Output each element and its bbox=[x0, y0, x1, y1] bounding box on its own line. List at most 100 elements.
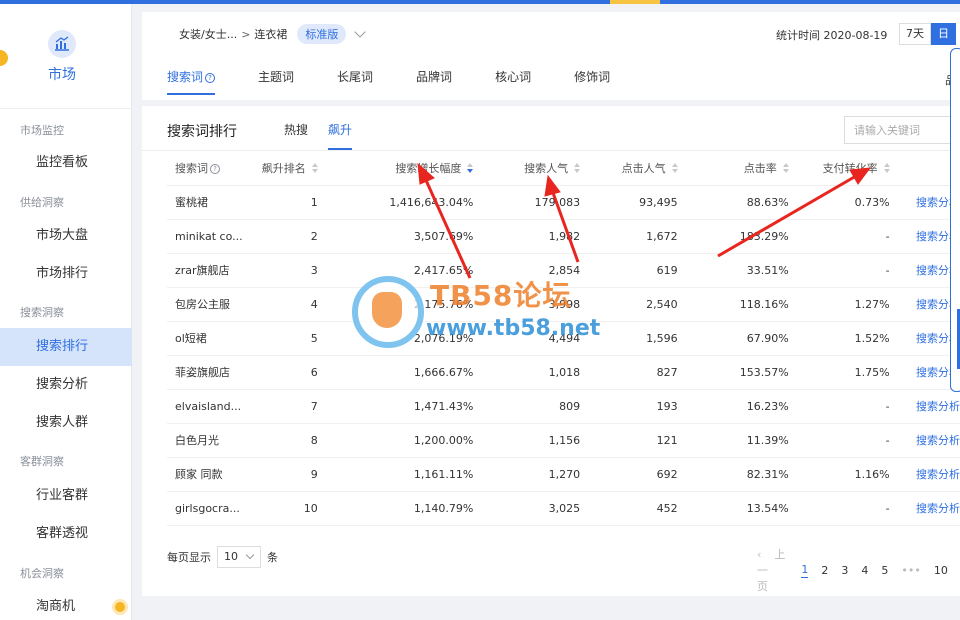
subtab-hot-search[interactable]: 热搜 bbox=[284, 121, 308, 150]
cell-click: 692 bbox=[580, 457, 678, 492]
page-size-unit: 条 bbox=[267, 551, 278, 564]
ranking-subtabs: 热搜 飙升 bbox=[284, 121, 372, 150]
table-row: 包房公主服 4 2,175.76% 3,998 2,540 118.16% 1.27% 搜索分… bbox=[167, 287, 960, 322]
search-analysis-link[interactable]: 搜索分析 bbox=[889, 389, 960, 424]
sidebar-item-industry-customer[interactable]: 行业客群 bbox=[0, 477, 132, 515]
sort-icon[interactable] bbox=[782, 162, 789, 173]
sidebar-brand[interactable]: 市场 bbox=[0, 30, 124, 84]
sidebar-item-search-crowd[interactable]: 搜索人群 bbox=[0, 404, 132, 442]
tab-search-words[interactable]: 搜索词? bbox=[167, 68, 216, 95]
sort-icon[interactable] bbox=[883, 162, 890, 173]
sidebar-section-opportunity: 机会洞察 bbox=[20, 567, 64, 580]
cell-word: minikat co... bbox=[167, 219, 259, 254]
col-header-click[interactable]: 点击人气 bbox=[580, 151, 678, 186]
sidebar-item-monitor-board[interactable]: 监控看板 bbox=[0, 144, 132, 182]
keyword-search-input[interactable] bbox=[844, 116, 960, 144]
stat-time: 统计时间 2020-08-19 bbox=[776, 29, 888, 42]
cell-ctr: 67.90% bbox=[677, 321, 789, 356]
col-header-rank[interactable]: 飙升排名 bbox=[258, 151, 318, 186]
sidebar-item-customer-insight[interactable]: 客群透视 bbox=[0, 515, 132, 553]
sort-icon[interactable] bbox=[671, 162, 678, 173]
cell-growth: 1,140.79% bbox=[317, 491, 474, 526]
cell-growth: 1,200.00% bbox=[317, 423, 474, 458]
cell-rank: 6 bbox=[258, 355, 318, 390]
cell-ctr: 33.51% bbox=[677, 253, 789, 288]
sidebar-brand-label: 市场 bbox=[48, 67, 76, 83]
cell-word: 包房公主服 bbox=[167, 287, 259, 322]
breadcrumb-leaf[interactable]: 连衣裙 bbox=[254, 26, 287, 42]
page-button-last[interactable]: 10 bbox=[934, 564, 948, 577]
subtab-soaring[interactable]: 飙升 bbox=[328, 121, 353, 150]
cell-word: ol短裙 bbox=[167, 321, 259, 356]
right-floating-panel[interactable] bbox=[950, 48, 960, 392]
sidebar-item-taoshangji[interactable]: 淘商机 bbox=[0, 588, 132, 620]
cell-growth: 2,175.76% bbox=[317, 287, 474, 322]
sort-icon[interactable] bbox=[311, 162, 318, 173]
prev-page-button[interactable]: ‹ 上一页 bbox=[757, 546, 785, 594]
range-day-button[interactable]: 日 bbox=[931, 23, 956, 45]
cell-rank: 8 bbox=[258, 423, 318, 458]
search-analysis-link[interactable]: 搜索分析 bbox=[889, 423, 960, 458]
help-icon[interactable]: ? bbox=[210, 163, 220, 174]
help-icon[interactable]: ? bbox=[205, 73, 216, 83]
tab-theme-words[interactable]: 主题词 bbox=[258, 68, 294, 95]
cell-pay-rate: 1.27% bbox=[788, 287, 890, 322]
col-header-word: 搜索词? bbox=[167, 151, 259, 186]
search-analysis-link[interactable]: 搜索分析 bbox=[889, 457, 960, 492]
table-row: ol短裙 5 2,076.19% 4,494 1,596 67.90% 1.52% 搜索分析 bbox=[167, 321, 960, 356]
table-row: 白色月光 8 1,200.00% 1,156 121 11.39% - 搜索分析 bbox=[167, 423, 960, 458]
tab-long-tail-words[interactable]: 长尾词 bbox=[337, 68, 373, 95]
table-row: girlsgocra... 10 1,140.79% 3,025 452 13.54% - 搜… bbox=[167, 491, 960, 526]
col-header-ctr[interactable]: 点击率 bbox=[677, 151, 789, 186]
keyword-type-tabs: 搜索词? 主题词 长尾词 品牌词 核心词 修饰词 bbox=[167, 68, 653, 95]
chevron-down-icon bbox=[245, 550, 255, 560]
page-size-value: 10 bbox=[224, 550, 238, 563]
cell-word: girlsgocra... bbox=[167, 491, 259, 526]
col-header-label: 点击率 bbox=[743, 161, 777, 175]
col-header-growth[interactable]: 搜索增长幅度 bbox=[317, 151, 474, 186]
range-7-days-button[interactable]: 7天 bbox=[899, 23, 931, 45]
page-button-2[interactable]: 2 bbox=[821, 564, 828, 577]
sidebar-item-market-ranking[interactable]: 市场排行 bbox=[0, 255, 132, 293]
card-title: 搜索词排行 bbox=[167, 124, 237, 140]
page-button-1[interactable]: 1 bbox=[801, 563, 809, 578]
cell-ctr: 88.63% bbox=[677, 185, 789, 220]
cell-click: 2,540 bbox=[580, 287, 678, 322]
page-button-3[interactable]: 3 bbox=[841, 564, 848, 577]
cell-click: 93,495 bbox=[580, 185, 678, 220]
category-breadcrumb[interactable]: 女装/女士... > 连衣裙 标准版 bbox=[179, 22, 367, 46]
search-analysis-link[interactable]: 搜索分析 bbox=[889, 491, 960, 526]
col-header-pay-rate[interactable]: 支付转化率 bbox=[788, 151, 890, 186]
sidebar-item-search-analysis[interactable]: 搜索分析 bbox=[0, 366, 132, 404]
cell-word: 菲姿旗舰店 bbox=[167, 355, 259, 390]
page-button-5[interactable]: 5 bbox=[881, 564, 888, 577]
breadcrumb-category[interactable]: 女装/女士... bbox=[179, 26, 237, 42]
cell-ctr: 118.16% bbox=[677, 287, 789, 322]
cell-growth: 2,076.19% bbox=[317, 321, 474, 356]
sidebar-item-search-ranking[interactable]: 搜索排行 bbox=[0, 328, 132, 366]
table-row: elvaisland... 7 1,471.43% 809 193 16.23% - 搜索分析 bbox=[167, 389, 960, 424]
cell-click: 827 bbox=[580, 355, 678, 390]
sidebar-section-search: 搜索洞察 bbox=[20, 306, 64, 319]
cell-pay-rate: - bbox=[788, 423, 890, 458]
date-range-buttons: 7天 日 bbox=[899, 23, 956, 45]
sort-desc-icon[interactable] bbox=[467, 162, 474, 173]
sidebar-item-market-overview[interactable]: 市场大盘 bbox=[0, 217, 132, 255]
pagination: ‹ 上一页 1 2 3 4 5 ••• 10 bbox=[757, 546, 960, 594]
cell-rank: 9 bbox=[258, 457, 318, 492]
sidebar-section-market-monitor: 市场监控 bbox=[20, 124, 64, 137]
page-size-select[interactable]: 10 bbox=[217, 546, 261, 568]
col-header-search[interactable]: 搜索人气 bbox=[473, 151, 581, 186]
page-button-4[interactable]: 4 bbox=[861, 564, 868, 577]
sort-icon[interactable] bbox=[574, 162, 581, 173]
tab-core-words[interactable]: 核心词 bbox=[495, 68, 531, 95]
cell-rank: 10 bbox=[258, 491, 318, 526]
tab-modifier-words[interactable]: 修饰词 bbox=[574, 68, 610, 95]
cell-ctr: 82.31% bbox=[677, 457, 789, 492]
table-row: minikat co... 2 3,507.69% 1,982 1,672 183.29%… bbox=[167, 219, 960, 254]
tab-brand-words[interactable]: 品牌词 bbox=[416, 68, 452, 95]
chevron-left-icon: ‹ bbox=[757, 548, 762, 561]
cell-click: 619 bbox=[580, 253, 678, 288]
chevron-down-icon[interactable] bbox=[354, 26, 367, 38]
page-ellipsis[interactable]: ••• bbox=[901, 564, 920, 577]
